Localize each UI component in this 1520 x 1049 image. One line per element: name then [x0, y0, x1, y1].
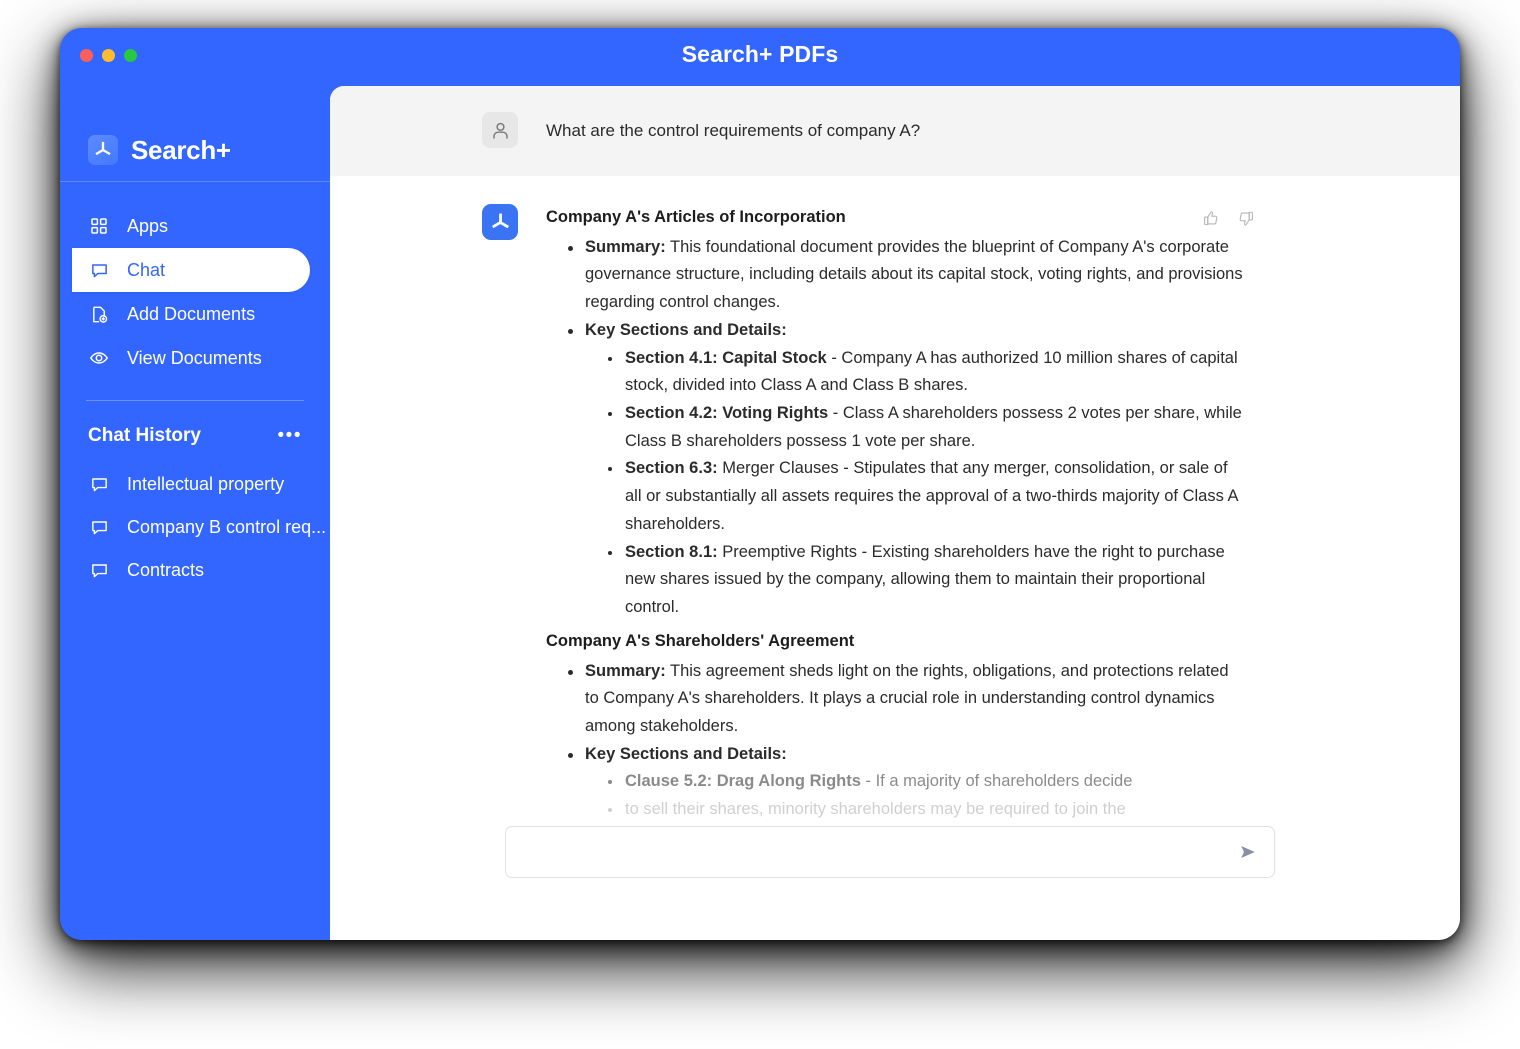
brand: Search+ [60, 86, 330, 181]
summary-text: This foundational document provides the … [585, 237, 1243, 312]
window-body: Search+ Apps Chat Add Documents View Doc… [60, 86, 1460, 940]
chat-history-title: Chat History [88, 425, 201, 446]
summary-bullet: Summary: This foundational document prov… [568, 234, 1246, 317]
document-1-sections: Section 4.1: Capital Stock - Company A h… [608, 345, 1246, 622]
sidebar-item-view-documents[interactable]: View Documents [60, 336, 330, 380]
section-text: to sell their shares, minority sharehold… [625, 800, 1126, 819]
document-title-articles-of-incorporation: Company A's Articles of Incorporation [546, 208, 846, 226]
section-item: Clause 5.2: Drag Along Rights - If a maj… [608, 768, 1246, 796]
summary-text: This agreement sheds light on the rights… [585, 661, 1229, 735]
chat-bubble-icon [88, 474, 110, 496]
chat-history-item-label: Company B control req... [127, 517, 327, 537]
document-title-shareholders-agreement: Company A's Shareholders' Agreement [546, 631, 855, 650]
section-item: Section 8.1: Preemptive Rights - Existin… [608, 539, 1246, 622]
sidebar-item-label: Chat [127, 259, 166, 280]
section-label: Clause 5.2: Drag Along Rights [625, 772, 861, 791]
chat-history-header: Chat History ••• [60, 401, 330, 447]
brand-name: Search+ [131, 134, 231, 165]
chat-bubble-icon [88, 517, 110, 539]
user-message-row: What are the control requirements of com… [330, 86, 1460, 176]
section-label: Section 4.1: Capital Stock [625, 348, 827, 367]
document-1-bullets: Summary: This foundational document prov… [568, 234, 1246, 622]
sidebar-item-add-documents[interactable]: Add Documents [60, 292, 330, 336]
key-sections-bullet: Key Sections and Details: Clause 5.2: Dr… [568, 741, 1246, 820]
sidebar: Search+ Apps Chat Add Documents View Doc… [60, 86, 330, 940]
sidebar-item-label: View Documents [127, 347, 262, 368]
sidebar-nav: Apps Chat Add Documents View Documents [60, 182, 330, 380]
feedback-buttons [1201, 208, 1255, 228]
sidebar-item-apps[interactable]: Apps [60, 204, 330, 248]
key-sections-label: Key Sections and Details: [585, 320, 787, 339]
search-plus-logo-icon [88, 135, 118, 165]
send-arrow-icon[interactable] [1222, 827, 1274, 877]
chat-history-item-label: Intellectual property [127, 474, 285, 494]
summary-label: Summary: [585, 661, 666, 680]
key-sections-label: Key Sections and Details: [585, 744, 787, 763]
sidebar-item-label: Apps [127, 215, 169, 236]
section-item: Section 4.2: Voting Rights - Class A sha… [608, 400, 1246, 455]
screenshot-root: Search+ PDFs Search+ Apps Chat Add Docum… [0, 0, 1520, 1049]
ellipsis-icon[interactable]: ••• [276, 426, 304, 445]
title-bar: Search+ PDFs [60, 28, 1460, 86]
main-panel: What are the control requirements of com… [330, 86, 1460, 940]
section-label: Section 8.1: [625, 542, 718, 561]
chat-history-list: Intellectual property Company B control … [60, 447, 330, 592]
thumbs-up-icon[interactable] [1201, 208, 1221, 228]
section-text: - If a majority of shareholders decide [860, 772, 1133, 791]
sidebar-item-label: Add Documents [127, 303, 256, 324]
section-text: Merger Clauses - Stipulates that any mer… [625, 459, 1238, 533]
assistant-message-row: Company A's Articles of Incorporation Su… [330, 176, 1460, 820]
document-2-bullets: Summary: This agreement sheds light on t… [568, 658, 1246, 821]
section-item-truncated: to sell their shares, minority sharehold… [608, 796, 1246, 820]
chat-history-item-company-b-control-req[interactable]: Company B control req... [60, 506, 330, 549]
chat-history-item-intellectual-property[interactable]: Intellectual property [60, 463, 330, 506]
chat-history-item-label: Contracts [127, 560, 205, 580]
assistant-answer-body: Company A's Articles of Incorporation Su… [546, 204, 1246, 820]
section-label: Section 6.3: [625, 459, 718, 478]
user-avatar-icon [482, 112, 518, 148]
document-2-sections: Clause 5.2: Drag Along Rights - If a maj… [608, 768, 1246, 820]
chat-history-item-contracts[interactable]: Contracts [60, 549, 330, 592]
app-window: Search+ PDFs Search+ Apps Chat Add Docum… [60, 28, 1460, 940]
apps-grid-icon [88, 215, 110, 237]
user-message-text: What are the control requirements of com… [546, 121, 921, 140]
search-plus-logo-icon [482, 204, 518, 240]
section-item: Section 6.3: Merger Clauses - Stipulates… [608, 455, 1246, 538]
key-sections-bullet: Key Sections and Details: Section 4.1: C… [568, 317, 1246, 622]
message-input[interactable] [506, 827, 1222, 877]
section-item: Section 4.1: Capital Stock - Company A h… [608, 345, 1246, 400]
summary-label: Summary: [585, 237, 666, 256]
document-add-icon [88, 303, 110, 325]
message-composer[interactable] [505, 826, 1275, 878]
chat-bubble-icon [88, 259, 110, 281]
thumbs-down-icon[interactable] [1235, 208, 1255, 228]
eye-icon [88, 347, 110, 369]
sidebar-item-chat[interactable]: Chat [72, 248, 310, 292]
chat-bubble-icon [88, 560, 110, 582]
window-title: Search+ PDFs [681, 41, 839, 67]
section-label: Section 4.2: Voting Rights [625, 404, 829, 423]
summary-bullet: Summary: This agreement sheds light on t… [568, 658, 1246, 741]
